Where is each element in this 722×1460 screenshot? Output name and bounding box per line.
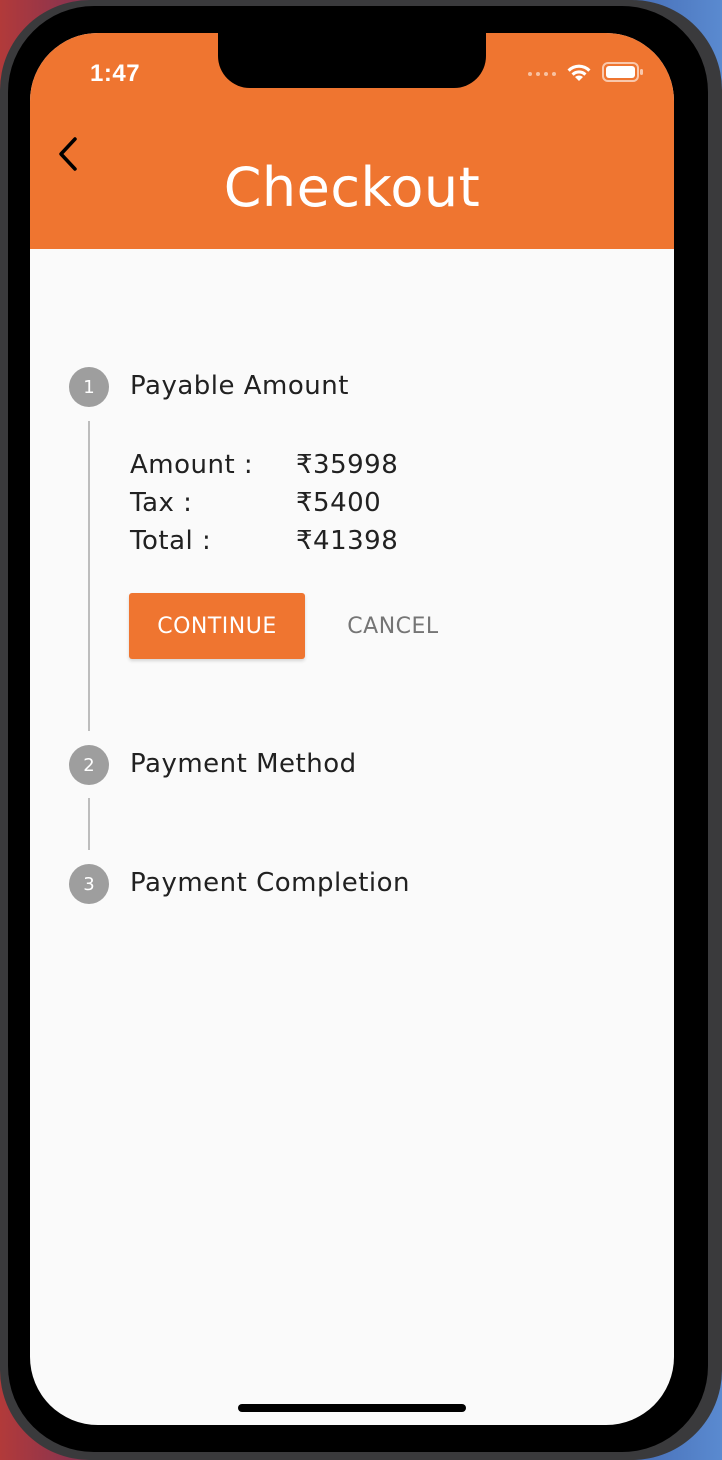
continue-button[interactable]: CONTINUE [129,593,305,659]
step-3-indicator[interactable]: 3 [69,864,109,904]
cancel-button[interactable]: CANCEL [330,593,456,659]
tax-label: Tax : [130,488,193,518]
amount-label: Amount : [130,450,254,480]
device-notch [218,33,486,88]
tax-value: ₹5400 [296,488,382,518]
total-label: Total : [130,526,212,556]
app-bar: 1:47 Checkout [30,33,674,249]
wifi-icon [566,62,592,87]
signal-icon [528,72,556,76]
step-connector [88,798,90,850]
total-value: ₹41398 [296,526,399,556]
page-title: Checkout [223,156,481,219]
step-2-indicator[interactable]: 2 [69,745,109,785]
step-connector [88,421,90,731]
step-3-number: 3 [83,873,95,895]
step-2-number: 2 [83,754,95,776]
home-indicator[interactable] [238,1404,466,1412]
step-1-title[interactable]: Payable Amount [130,371,349,401]
status-time: 1:47 [90,60,141,87]
step-1-number: 1 [83,376,95,398]
step-3-title[interactable]: Payment Completion [130,868,410,898]
app-screen: 1:47 Checkout 1 Payable Amount Amount: … [30,33,674,1425]
step-2-title[interactable]: Payment Method [130,749,357,779]
status-icons [528,61,644,87]
step-1-indicator[interactable]: 1 [69,367,109,407]
amount-value: ₹35998 [296,450,399,480]
battery-icon [602,61,644,87]
